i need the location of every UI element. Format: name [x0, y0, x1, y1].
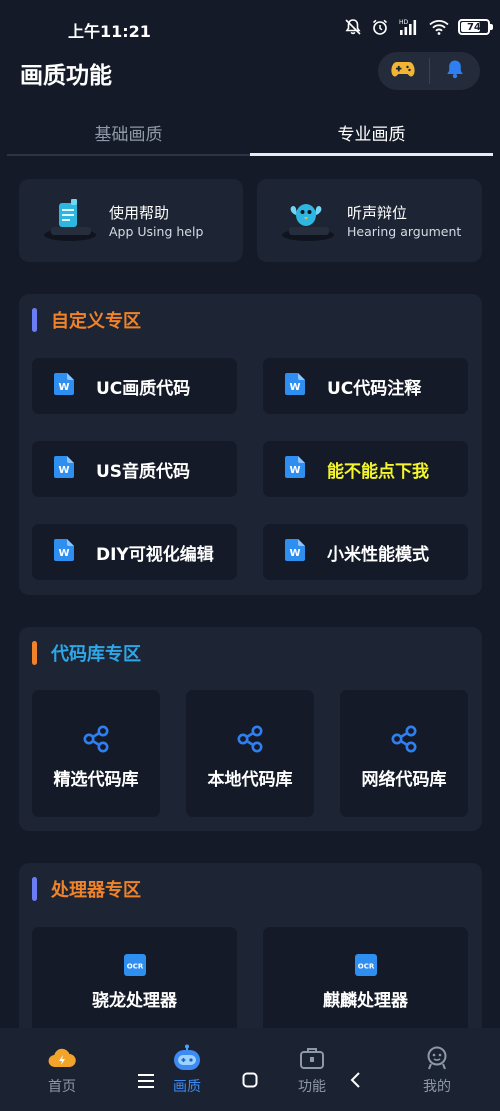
svg-text:W: W — [59, 465, 70, 476]
tile-local-library[interactable]: 本地代码库 — [186, 690, 314, 817]
ocr-icon: OCR — [123, 954, 146, 980]
gamepad-icon — [391, 60, 415, 82]
battery-level: 74 — [467, 21, 481, 33]
share-icon — [81, 724, 111, 758]
wifi-icon — [429, 19, 449, 35]
tab-basic-quality[interactable]: 基础画质 — [7, 108, 250, 156]
nav-label: 我的 — [423, 1079, 451, 1095]
home-cloud-icon — [22, 1044, 102, 1072]
item-label: 小米性能模式 — [327, 544, 429, 565]
help-card-subtitle: Hearing argument — [347, 224, 462, 239]
bell-icon — [444, 58, 466, 84]
share-icon — [235, 724, 265, 758]
section-header: 代码库专区 — [32, 641, 141, 665]
gamepad-button[interactable] — [378, 52, 429, 90]
svg-text:HD: HD — [399, 19, 409, 26]
nav-features[interactable]: 功能 — [272, 1044, 352, 1096]
back-icon — [349, 1072, 361, 1092]
status-time: 上午11:21 — [68, 22, 151, 41]
section-accent-bar — [32, 308, 37, 332]
nav-label: 功能 — [298, 1079, 326, 1095]
bird-icon — [275, 195, 337, 245]
tile-kirin[interactable]: OCR 麒麟处理器 — [263, 927, 468, 1037]
battery-icon: 74 — [458, 19, 493, 35]
word-doc-icon: W — [285, 456, 305, 482]
item-uc-quality-code[interactable]: W UC画质代码 — [32, 358, 237, 414]
word-doc-icon: W — [54, 539, 74, 565]
toolbox-icon — [272, 1044, 352, 1072]
help-card-title: 听声辩位 — [347, 204, 408, 222]
nav-profile[interactable]: 我的 — [397, 1044, 477, 1096]
item-label: UC代码注释 — [327, 378, 422, 399]
word-doc-icon: W — [285, 539, 305, 565]
svg-text:W: W — [59, 382, 70, 393]
word-doc-icon: W — [54, 456, 74, 482]
alarm-icon — [371, 18, 389, 36]
tile-snapdragon[interactable]: OCR 骁龙处理器 — [32, 927, 237, 1037]
section-accent-bar — [32, 641, 37, 665]
page-title: 画质功能 — [20, 63, 112, 89]
section-accent-bar — [32, 877, 37, 901]
help-card-hearing[interactable]: 听声辩位 Hearing argument — [257, 179, 482, 262]
bottom-nav: 首页 画质 功能 我的 — [0, 1028, 500, 1111]
item-label: UC画质代码 — [96, 378, 191, 399]
item-uc-code-notes[interactable]: W UC代码注释 — [263, 358, 468, 414]
tile-featured-library[interactable]: 精选代码库 — [32, 690, 160, 817]
help-card-title: 使用帮助 — [109, 204, 170, 222]
menu-icon — [138, 1073, 154, 1092]
status-icons: HD 74 — [344, 16, 493, 38]
ocr-icon: OCR — [354, 954, 377, 980]
system-menu-button[interactable] — [134, 1070, 158, 1094]
nav-home[interactable]: 首页 — [22, 1044, 102, 1096]
tile-label: 精选代码库 — [53, 770, 139, 790]
section-title: 处理器专区 — [51, 880, 141, 901]
quality-tabs: 基础画质 专业画质 — [7, 108, 493, 156]
section-header: 处理器专区 — [32, 877, 141, 901]
robot-icon — [147, 1044, 227, 1072]
share-icon — [389, 724, 419, 758]
tile-label: 骁龙处理器 — [92, 991, 177, 1011]
svg-text:W: W — [59, 548, 70, 559]
item-label: 能不能点下我 — [327, 461, 429, 482]
nav-quality[interactable]: 画质 — [147, 1044, 227, 1096]
word-doc-icon: W — [54, 373, 74, 399]
system-home-button[interactable] — [238, 1070, 262, 1094]
tab-pro-quality[interactable]: 专业画质 — [250, 108, 493, 156]
item-label: DIY可视化编辑 — [96, 544, 214, 565]
notification-button[interactable] — [430, 52, 481, 90]
svg-text:W: W — [290, 548, 301, 559]
svg-text:W: W — [290, 465, 301, 476]
section-code-library: 代码库专区 精选代码库 本地代码库 网络代码库 — [19, 627, 482, 831]
section-title: 代码库专区 — [51, 644, 141, 665]
svg-text:OCR: OCR — [126, 963, 143, 971]
help-card-usage[interactable]: 使用帮助 App Using help — [19, 179, 243, 262]
item-label: US音质代码 — [96, 461, 191, 482]
word-doc-icon: W — [285, 373, 305, 399]
item-click-me[interactable]: W 能不能点下我 — [263, 441, 468, 497]
header-actions — [378, 52, 480, 90]
svg-text:OCR: OCR — [357, 963, 374, 971]
section-custom: 自定义专区 W UC画质代码 W UC代码注释 W US音质代码 W 能不能点下… — [19, 294, 482, 595]
mute-icon — [344, 18, 362, 36]
home-square-icon — [242, 1072, 258, 1092]
nav-label: 首页 — [48, 1079, 76, 1095]
hd-signal-icon: HD — [398, 18, 420, 36]
svg-text:W: W — [290, 382, 301, 393]
tile-network-library[interactable]: 网络代码库 — [340, 690, 468, 817]
profile-icon — [397, 1044, 477, 1072]
help-card-subtitle: App Using help — [109, 224, 204, 239]
section-title: 自定义专区 — [51, 311, 141, 332]
item-xiaomi-performance[interactable]: W 小米性能模式 — [263, 524, 468, 580]
system-back-button[interactable] — [343, 1070, 367, 1094]
tile-label: 本地代码库 — [207, 770, 293, 790]
item-us-audio-code[interactable]: W US音质代码 — [32, 441, 237, 497]
tile-label: 网络代码库 — [361, 770, 447, 790]
tile-label: 麒麟处理器 — [323, 991, 408, 1011]
section-header: 自定义专区 — [32, 308, 141, 332]
status-bar: 上午11:21 HD 74 — [0, 0, 500, 56]
nav-label: 画质 — [173, 1079, 201, 1095]
item-diy-visual-edit[interactable]: W DIY可视化编辑 — [32, 524, 237, 580]
document-icon — [37, 195, 99, 245]
